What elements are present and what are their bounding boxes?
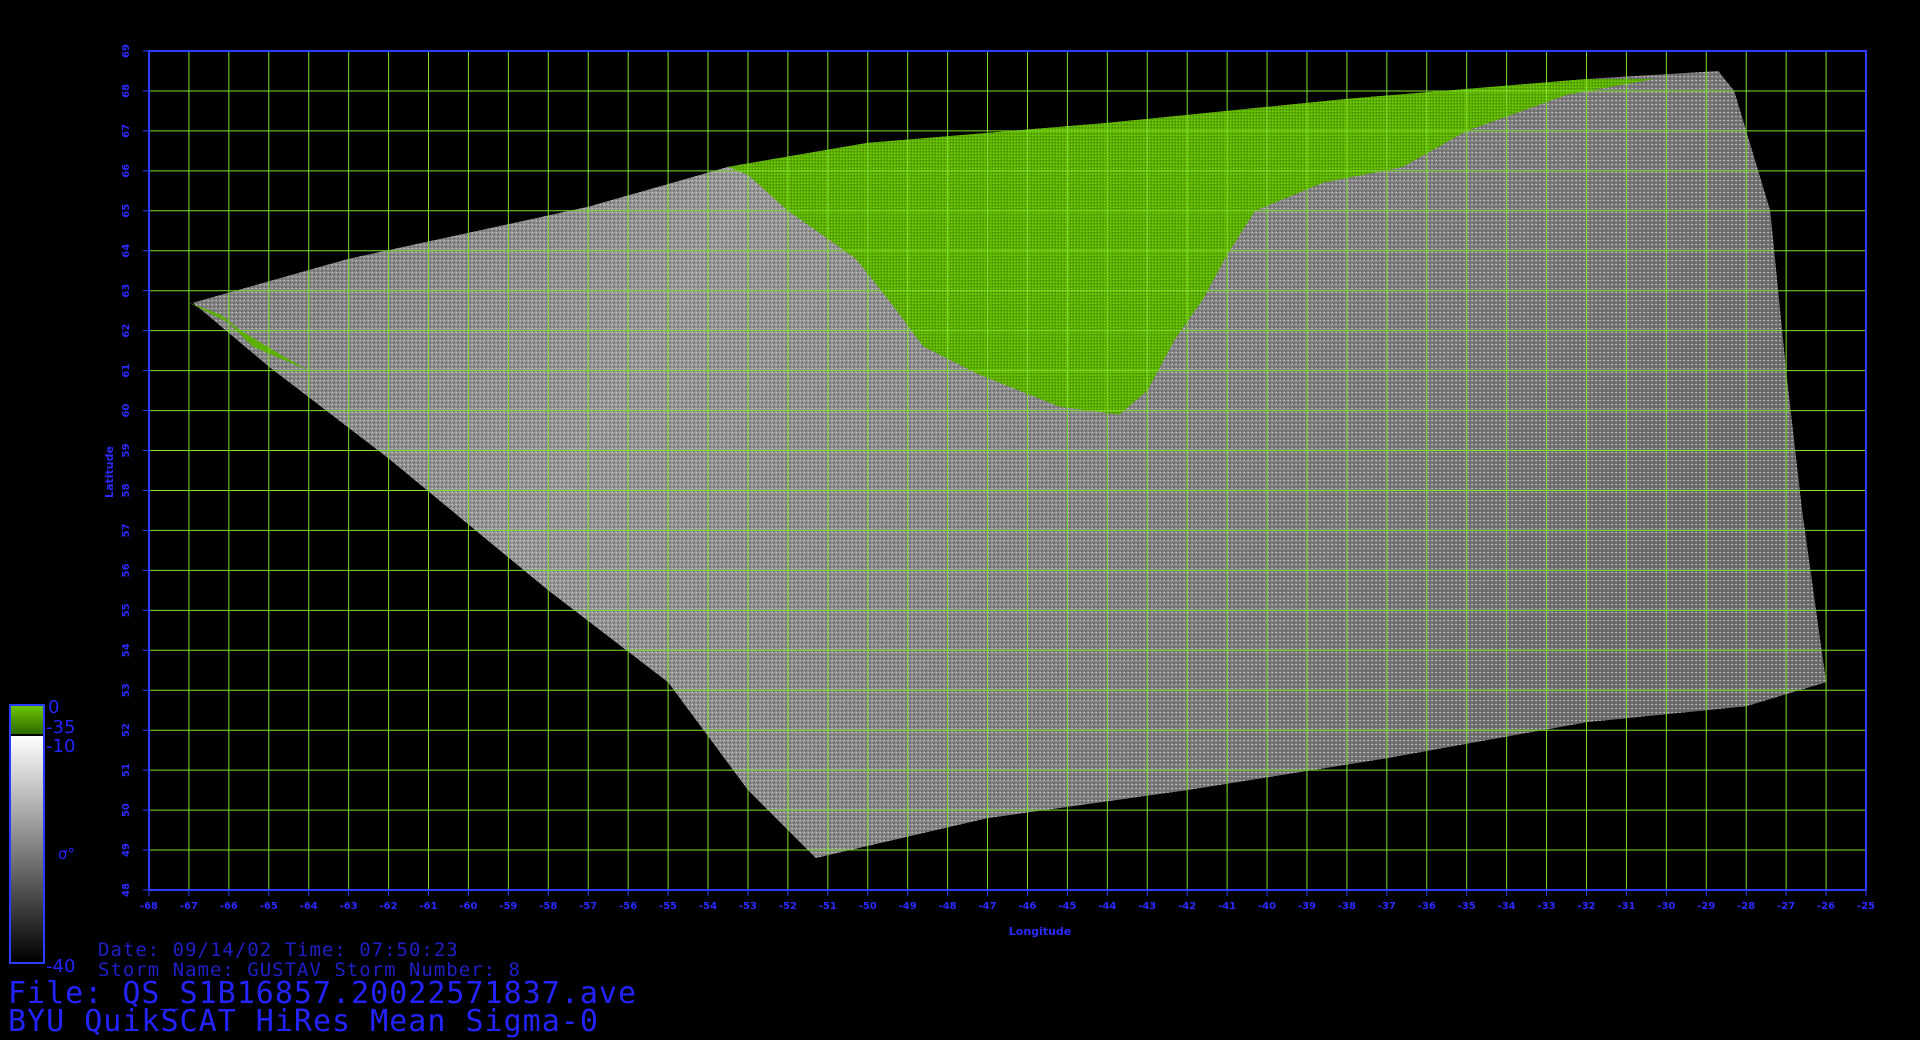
colorbar-land-band — [11, 706, 43, 734]
x-tick-label: -57 — [579, 901, 597, 912]
y-tick-label: 65 — [121, 204, 132, 218]
x-tick-label: -49 — [899, 901, 917, 912]
x-tick-label: -68 — [140, 901, 158, 912]
colorbar: 0 -35 -10 σ° -40 — [9, 697, 75, 977]
x-tick-label: -28 — [1737, 901, 1755, 912]
x-tick-label: -65 — [260, 901, 278, 912]
x-tick-label: -39 — [1298, 901, 1316, 912]
x-tick-label: -48 — [939, 901, 957, 912]
y-tick-label: 58 — [121, 483, 132, 497]
y-tick-label: 57 — [121, 523, 132, 537]
x-tick-label: -61 — [419, 901, 437, 912]
x-tick-label: -43 — [1138, 901, 1156, 912]
x-tick-label: -46 — [1018, 901, 1036, 912]
x-tick-label: -66 — [220, 901, 238, 912]
x-tick-label: -56 — [619, 901, 637, 912]
x-tick-label: -38 — [1338, 901, 1356, 912]
x-tick-label: -44 — [1098, 901, 1116, 912]
x-tick-label: -35 — [1458, 901, 1476, 912]
y-tick-label: 52 — [121, 723, 132, 737]
x-tick-label: -45 — [1058, 901, 1076, 912]
y-tick-label: 61 — [121, 364, 132, 378]
x-tick-label: -53 — [739, 901, 757, 912]
x-tick-label: -62 — [380, 901, 398, 912]
y-tick-label: 66 — [121, 164, 132, 178]
sigma0-map: -68 -67 -66 -65 -64 -63 -62 -61 -60 -59 -58 -57 -56 -… — [9, 44, 1875, 977]
y-tick-label: 55 — [121, 603, 132, 617]
x-tick-label: -30 — [1657, 901, 1675, 912]
y-tick-label: 63 — [121, 284, 132, 298]
x-tick-label: -54 — [699, 901, 717, 912]
x-tick-label: -51 — [819, 901, 837, 912]
colorbar-tick-top: 0 — [48, 697, 59, 718]
y-tick-label: 56 — [121, 563, 132, 577]
x-tick-label: -50 — [859, 901, 877, 912]
y-tick-label: 60 — [121, 404, 132, 418]
x-tick-label: -40 — [1258, 901, 1276, 912]
x-tick-label: -60 — [459, 901, 477, 912]
x-tick-label: -67 — [180, 901, 198, 912]
y-tick-label: 51 — [121, 763, 132, 777]
x-tick-label: -52 — [779, 901, 797, 912]
x-tick-label: -37 — [1378, 901, 1396, 912]
date-time-line: Date: 09/14/02 Time: 07:50:23 — [98, 939, 459, 961]
x-tick-label: -41 — [1218, 901, 1236, 912]
x-tick-label: -47 — [978, 901, 996, 912]
x-tick-label: -42 — [1178, 901, 1196, 912]
colorbar-sigma-band — [11, 736, 43, 962]
x-tick-label: -63 — [340, 901, 358, 912]
x-tick-label: -32 — [1577, 901, 1595, 912]
x-tick-label: -26 — [1817, 901, 1835, 912]
y-tick-label: 49 — [121, 843, 132, 857]
x-tick-label: -34 — [1498, 901, 1516, 912]
x-tick-label: -64 — [300, 901, 318, 912]
y-tick-label: 54 — [121, 643, 132, 657]
y-tick-label: 62 — [121, 324, 132, 338]
x-tick-label: -29 — [1697, 901, 1715, 912]
y-tick-label: 50 — [121, 803, 132, 817]
y-tick-label: 64 — [121, 244, 132, 258]
colorbar-tick-land: -35 — [46, 717, 75, 738]
x-tick-label: -27 — [1777, 901, 1795, 912]
x-tick-label: -59 — [499, 901, 517, 912]
y-tick-label: 69 — [121, 44, 132, 58]
y-axis-label: Latitude — [103, 446, 116, 498]
colorbar-label: σ° — [58, 845, 75, 863]
x-tick-label: -55 — [659, 901, 677, 912]
x-axis-label: Longitude — [1009, 925, 1071, 938]
x-tick-label: -36 — [1418, 901, 1436, 912]
colorbar-tick-high: -10 — [46, 736, 75, 757]
y-tick-label: 68 — [121, 84, 132, 98]
x-tick-label: -58 — [539, 901, 557, 912]
x-tick-label: -25 — [1857, 901, 1875, 912]
x-tick-label: -31 — [1617, 901, 1635, 912]
colorbar-tick-bottom: -40 — [46, 956, 75, 977]
y-tick-label: 59 — [121, 444, 132, 458]
y-tick-label: 48 — [121, 883, 132, 897]
y-tick-label: 67 — [121, 124, 132, 138]
product-title: BYU QuikSCAT HiRes Mean Sigma-0 — [8, 1004, 599, 1039]
x-tick-label: -33 — [1538, 901, 1556, 912]
y-tick-label: 53 — [121, 683, 132, 697]
